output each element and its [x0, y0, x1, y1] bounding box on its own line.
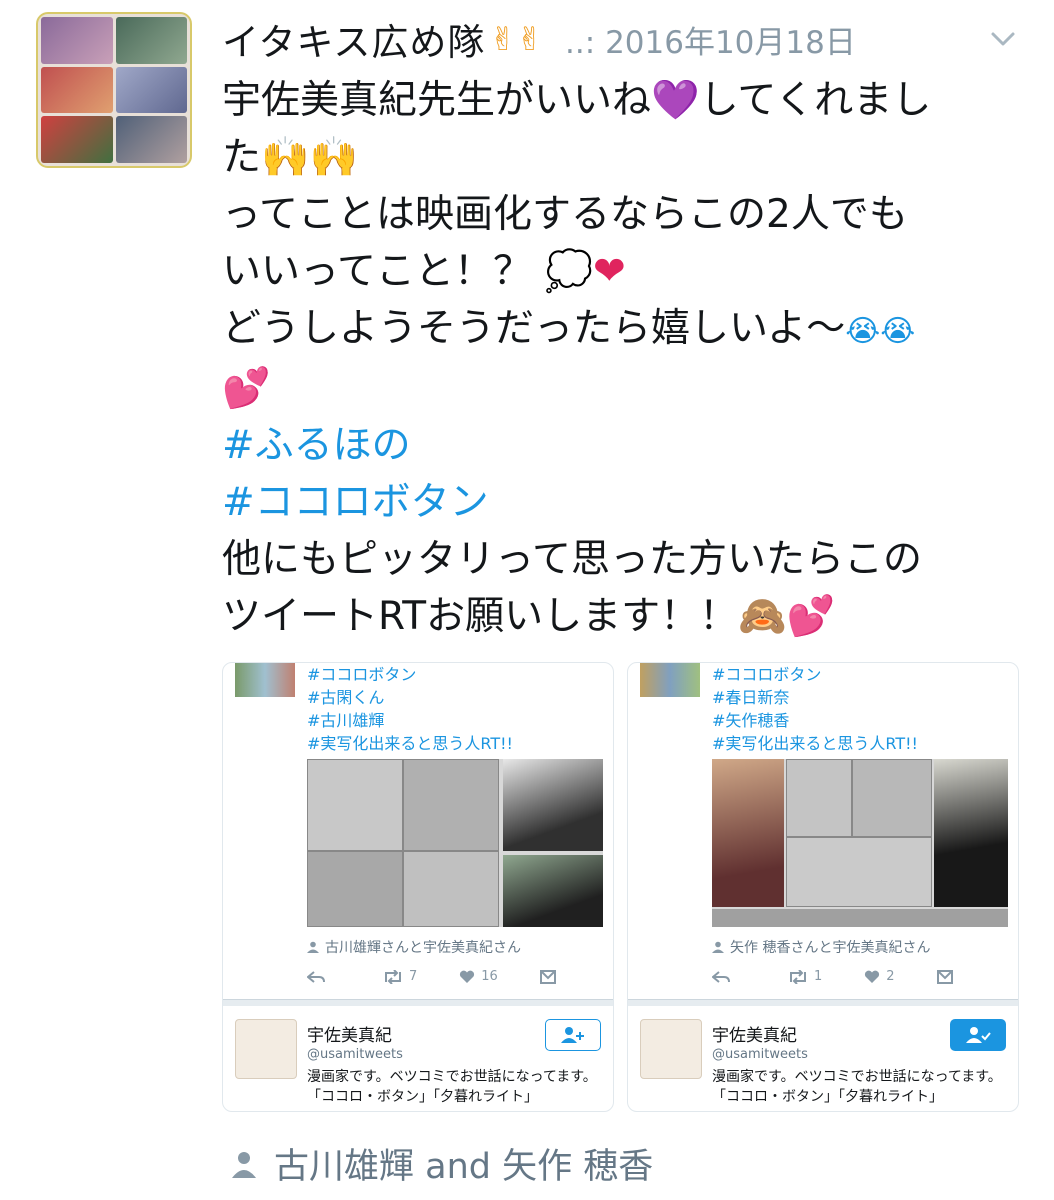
author-name[interactable]: イタキス広め隊 — [222, 12, 485, 66]
profile-name[interactable]: 宇佐美真紀 — [712, 1021, 797, 1046]
profile-name[interactable]: 宇佐美真紀 — [307, 1021, 392, 1046]
card-image — [712, 759, 1008, 927]
tagged-people[interactable]: 矢作 穂香さんと宇佐美真紀さん — [712, 937, 930, 957]
heart-icon — [460, 970, 475, 983]
reply-icon[interactable] — [712, 970, 730, 984]
reply-icon[interactable] — [307, 970, 325, 984]
tweet-line-1: 宇佐美真紀先生がいいね💜してくれまし — [222, 78, 932, 123]
heart-icon — [865, 970, 880, 983]
card-image — [307, 759, 603, 927]
tweet-actions: 7 16 — [307, 969, 597, 984]
tweet-timestamp[interactable]: ..: 2016年10月18日 — [565, 17, 856, 62]
tweet-actions: 1 2 — [712, 969, 1002, 984]
tweet-line-5: どうしようそうだったら嬉しいよ〜😭😭 — [222, 306, 916, 351]
following-button[interactable] — [950, 1019, 1006, 1051]
retweet-button[interactable]: 1 — [788, 969, 822, 984]
profile-bio: 漫画家です。ベツコミでお世話になってます。「ココロ・ボタン」「夕暮れライト」 — [712, 1069, 1002, 1105]
author-emoji: ✌✌ — [489, 20, 544, 58]
profile-avatar[interactable] — [235, 1019, 297, 1079]
tagged-person-1: 古川雄輝 — [274, 1147, 415, 1187]
like-button[interactable]: 16 — [459, 969, 498, 984]
tweet-line-4: いいってこと！？ 💭❤ — [222, 249, 626, 294]
tweet-line-6: 💕 — [222, 366, 271, 411]
tweet-line-3: ってことは映画化するならこの2人でも — [222, 192, 908, 237]
screenshot-card[interactable]: #ココロボタン #春日新奈 #矢作穂香 #実写化出来ると思う人RT!! 矢作 穂… — [627, 662, 1019, 1112]
like-button[interactable]: 2 — [864, 969, 895, 984]
tweet-line-outro-1: 他にもピッタリって思った方いたらこの — [222, 537, 923, 582]
following-icon — [966, 1027, 991, 1043]
hashtag-link[interactable]: #ふるほの — [222, 417, 1032, 474]
attached-screenshots[interactable]: #ココロボタン #古閑くん #古川雄輝 #実写化出来ると思う人RT!! 古川雄輝… — [222, 662, 1019, 1112]
divider — [628, 999, 1018, 1006]
dm-icon[interactable] — [936, 969, 953, 984]
card-hashtags: #ココロボタン #古閑くん #古川雄輝 #実写化出来ると思う人RT!! — [307, 665, 513, 753]
retweet-icon — [790, 969, 806, 984]
tweet-line-outro-2: ツイートRTお願いします！！🙈💕 — [222, 594, 836, 639]
follow-button[interactable] — [545, 1019, 601, 1051]
profile-handle[interactable]: @usamitweets — [712, 1047, 808, 1062]
person-icon — [307, 941, 319, 953]
tagged-person-2: 矢作 穂香 — [502, 1147, 654, 1187]
screenshot-card[interactable]: #ココロボタン #古閑くん #古川雄輝 #実写化出来ると思う人RT!! 古川雄輝… — [222, 662, 614, 1112]
tweet-header: イタキス広め隊 ✌✌ ..: 2016年10月18日 — [222, 14, 1034, 64]
tagged-people-footer[interactable]: 古川雄輝 and 矢作 穂香 — [230, 1138, 653, 1189]
profile-handle[interactable]: @usamitweets — [307, 1047, 403, 1062]
tweet-text: 宇佐美真紀先生がいいね💜してくれまし た🙌🙌 ってことは映画化するならこの2人で… — [222, 72, 1032, 645]
chevron-down-icon[interactable] — [986, 22, 1020, 56]
profile-bio: 漫画家です。ベツコミでお世話になってます。「ココロ・ボタン」「夕暮れライト」 — [307, 1069, 597, 1105]
retweet-button[interactable]: 7 — [383, 969, 417, 984]
hashtag-link[interactable]: #ココロボタン — [222, 474, 1032, 531]
person-icon — [712, 941, 724, 953]
author-avatar[interactable] — [36, 12, 192, 168]
tweet-line-2: た🙌🙌 — [222, 135, 359, 180]
add-user-icon — [561, 1027, 584, 1043]
card-hashtags: #ココロボタン #春日新奈 #矢作穂香 #実写化出来ると思う人RT!! — [712, 665, 918, 753]
profile-avatar[interactable] — [640, 1019, 702, 1079]
divider — [223, 999, 613, 1006]
thumbnail — [640, 663, 700, 697]
thumbnail — [235, 663, 295, 697]
retweet-icon — [385, 969, 401, 984]
tagged-people[interactable]: 古川雄輝さんと宇佐美真紀さん — [307, 937, 521, 957]
dm-icon[interactable] — [539, 969, 556, 984]
person-icon — [232, 1151, 256, 1178]
